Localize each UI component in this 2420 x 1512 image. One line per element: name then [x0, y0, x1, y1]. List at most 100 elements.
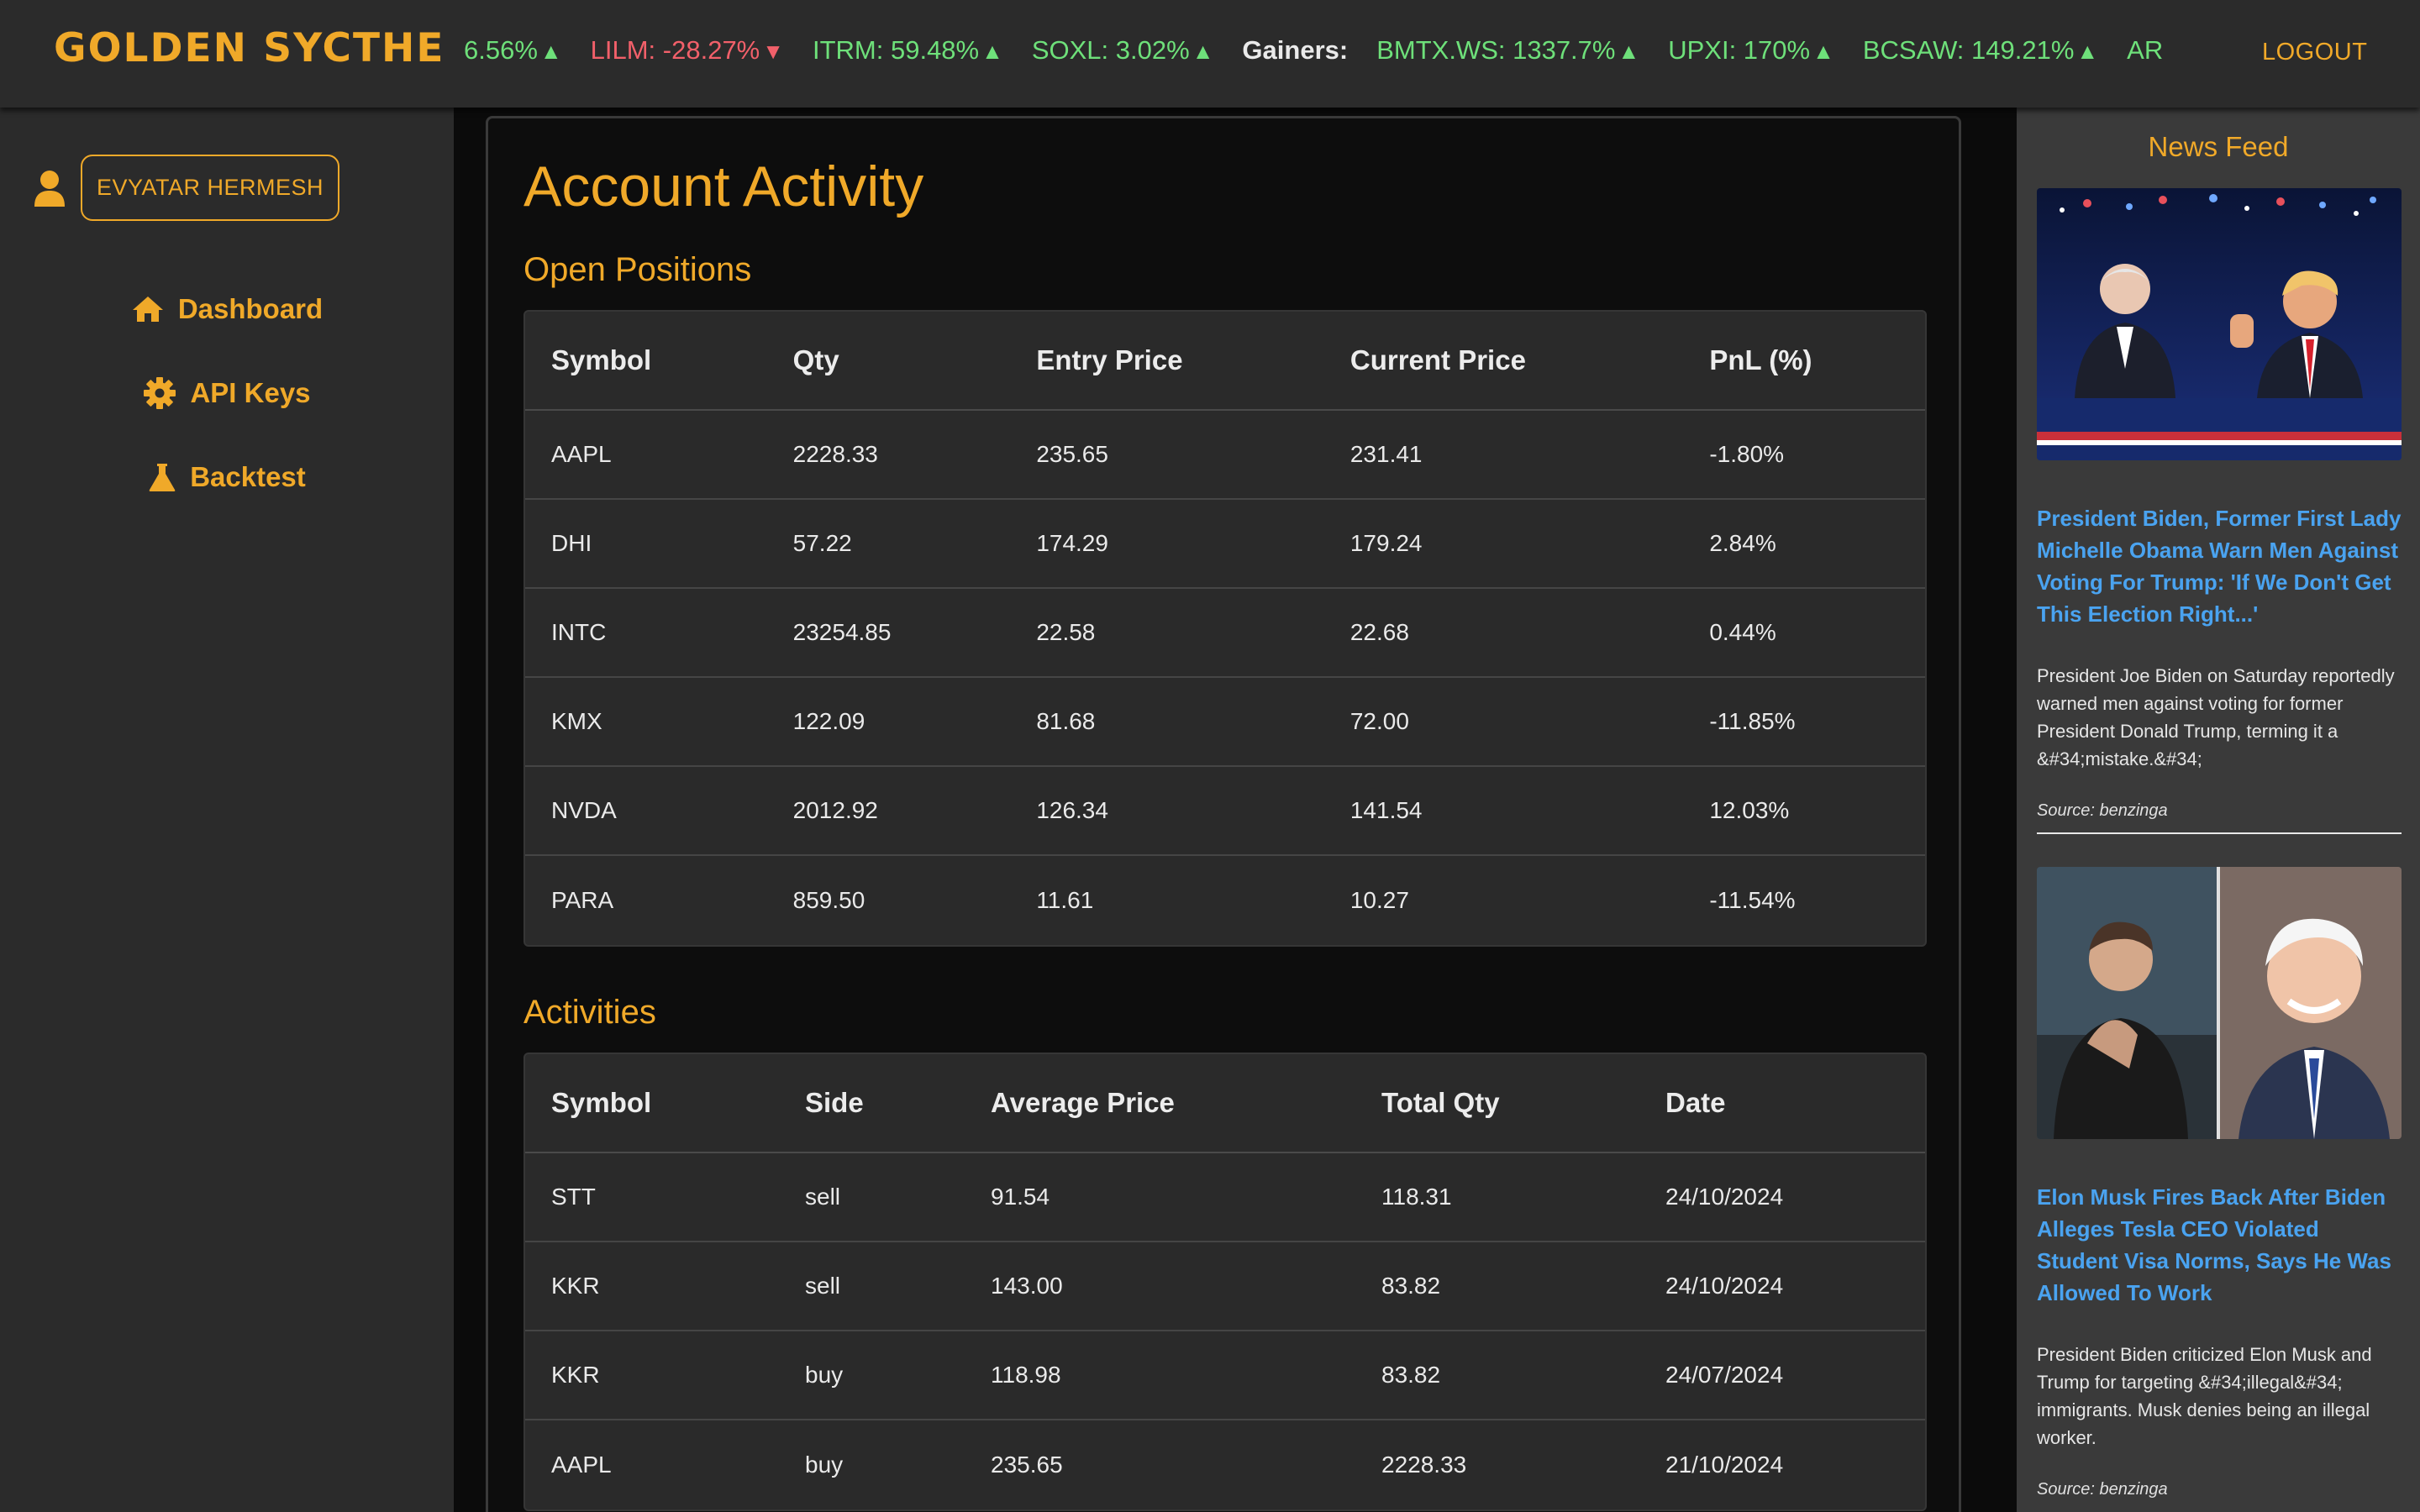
page-title: Account Activity [523, 155, 924, 218]
cell-date: 24/10/2024 [1665, 1273, 1784, 1299]
news-headline-link[interactable]: President Biden, Former First Lady Miche… [2037, 502, 2402, 630]
cell-symbol: STT [551, 1184, 596, 1210]
user-name-button[interactable]: EVYATAR HERMESH [81, 155, 340, 221]
gainer-text: BMTX.WS: 1337.7% [1376, 35, 1616, 65]
table-row: STT sell 91.54 118.31 24/10/2024 [525, 1153, 1925, 1242]
cell-qty: 57.22 [792, 530, 852, 556]
cell-qty: 122.09 [792, 708, 865, 734]
column-header: Symbol [551, 344, 652, 375]
gainers-label: Gainers: [1242, 35, 1349, 65]
cell-symbol: NVDA [551, 797, 617, 823]
news-divider [2037, 832, 2402, 834]
cell-pnl: 0.44% [1709, 619, 1776, 645]
cell-total-qty: 2228.33 [1381, 1452, 1467, 1478]
home-icon [132, 297, 163, 322]
user-icon [34, 170, 65, 207]
cell-pnl: 12.03% [1709, 797, 1790, 823]
table-header: Symbol Side Average Price Total Qty Date [525, 1054, 1925, 1153]
activities-title: Activities [523, 994, 656, 1031]
cell-entry-price: 11.61 [1036, 887, 1094, 913]
gainer-item: BMTX.WS: 1337.7% ▲ [1376, 35, 1639, 66]
ticker-strip: 6.56% ▲ LILM: -28.27% ▼ ITRM: 59.48% ▲ SOXL… [464, 35, 2191, 66]
cell-symbol: PARA [551, 887, 614, 913]
open-positions-title: Open Positions [523, 251, 752, 288]
sidebar-item-label: Dashboard [177, 293, 324, 324]
ticker-item: 6.56% ▲ [464, 35, 562, 66]
cell-symbol: DHI [551, 530, 592, 556]
cell-entry-price: 22.58 [1036, 619, 1096, 645]
column-header: Side [805, 1087, 864, 1118]
news-headline-link[interactable]: Elon Musk Fires Back After Biden Alleges… [2037, 1181, 2402, 1309]
news-source: Source: benzinga [2037, 1480, 2168, 1499]
table-row: KMX 122.09 81.68 72.00 -11.85% [525, 678, 1925, 767]
gainer-text: AR [2127, 35, 2164, 65]
cell-total-qty: 83.82 [1381, 1362, 1441, 1388]
logout-button[interactable]: LOGOUT [2262, 39, 2367, 66]
up-arrow-icon: ▲ [1812, 39, 1834, 64]
table-row: INTC 23254.85 22.58 22.68 0.44% [525, 589, 1925, 678]
brand-logo[interactable]: GOLDEN SYCTHE [54, 25, 445, 71]
cell-entry-price: 81.68 [1036, 708, 1096, 734]
cell-pnl: -11.85% [1709, 708, 1796, 734]
cell-symbol: INTC [551, 619, 607, 645]
cell-current-price: 10.27 [1349, 887, 1409, 913]
cell-entry-price: 126.34 [1036, 797, 1108, 823]
cell-entry-price: 235.65 [1036, 441, 1108, 467]
cell-symbol: KKR [551, 1273, 600, 1299]
column-header: Entry Price [1036, 344, 1183, 375]
gainer-text: UPXI: 170% [1668, 35, 1811, 65]
cell-current-price: 141.54 [1349, 797, 1423, 823]
cell-average-price: 143.00 [991, 1273, 1063, 1299]
gainer-item: BCSAW: 149.21% ▲ [1863, 35, 2098, 66]
news-item: President Biden, Former First Lady Miche… [2037, 188, 2402, 834]
table-row: KKR buy 118.98 83.82 24/07/2024 [525, 1331, 1925, 1420]
ticker-item: SOXL: 3.02% ▲ [1032, 35, 1214, 66]
table-row: PARA 859.50 11.61 10.27 -11.54% [525, 856, 1925, 945]
sidebar: EVYATAR HERMESH Dashboard API Keys Backt… [0, 108, 454, 1512]
sidebar-item-api-keys[interactable]: API Keys [0, 351, 454, 435]
ticker-text: 6.56% [464, 35, 538, 65]
open-positions-table: Symbol Qty Entry Price Current Price PnL… [523, 310, 1927, 947]
user-row: EVYATAR HERMESH [34, 155, 340, 221]
table-row: NVDA 2012.92 126.34 141.54 12.03% [525, 767, 1925, 856]
news-image[interactable] [2037, 867, 2402, 1139]
cell-symbol: AAPL [551, 441, 612, 467]
cell-current-price: 231.41 [1349, 441, 1423, 467]
gainer-text: BCSAW: 149.21% [1862, 35, 2075, 65]
sidebar-item-backtest[interactable]: Backtest [0, 435, 454, 519]
cell-entry-price: 174.29 [1036, 530, 1108, 556]
cell-symbol: KKR [551, 1362, 600, 1388]
debate-photo [2037, 188, 2402, 460]
cell-symbol: KMX [551, 708, 602, 734]
column-header: Date [1665, 1087, 1726, 1118]
table-row: KKR sell 143.00 83.82 24/10/2024 [525, 1242, 1925, 1331]
cell-current-price: 179.24 [1349, 530, 1423, 556]
column-header: Total Qty [1381, 1087, 1500, 1118]
table-header: Symbol Qty Entry Price Current Price PnL… [525, 312, 1925, 411]
news-image[interactable] [2037, 188, 2402, 460]
ticker-item: ITRM: 59.48% ▲ [813, 35, 1003, 66]
cell-average-price: 91.54 [991, 1184, 1050, 1210]
cell-pnl: 2.84% [1709, 530, 1776, 556]
gainer-item: AR [2127, 35, 2163, 66]
cell-pnl: -11.54% [1709, 887, 1796, 913]
sidebar-item-dashboard[interactable]: Dashboard [0, 267, 454, 351]
musk-biden-photo [2037, 867, 2402, 1139]
ticker-text: LILM: -28.27% [590, 35, 760, 65]
news-item: Elon Musk Fires Back After Biden Alleges… [2037, 867, 2402, 1499]
table-row: DHI 57.22 174.29 179.24 2.84% [525, 500, 1925, 589]
news-feed-title: News Feed [2148, 131, 2289, 162]
ticker-text: ITRM: 59.48% [812, 35, 980, 65]
cell-side: buy [805, 1452, 844, 1478]
cell-pnl: -1.80% [1709, 441, 1785, 467]
up-arrow-icon: ▲ [1618, 39, 1640, 64]
column-header: Average Price [991, 1087, 1175, 1118]
table-row: AAPL buy 235.65 2228.33 21/10/2024 [525, 1420, 1925, 1509]
gainer-item: UPXI: 170% ▲ [1668, 35, 1834, 66]
cell-date: 24/10/2024 [1665, 1184, 1784, 1210]
cell-current-price: 72.00 [1349, 708, 1409, 734]
cell-side: sell [805, 1273, 841, 1299]
news-summary: President Biden criticized Elon Musk and… [2037, 1344, 2372, 1448]
up-arrow-icon: ▲ [2076, 39, 2099, 64]
cell-qty: 2228.33 [792, 441, 878, 467]
